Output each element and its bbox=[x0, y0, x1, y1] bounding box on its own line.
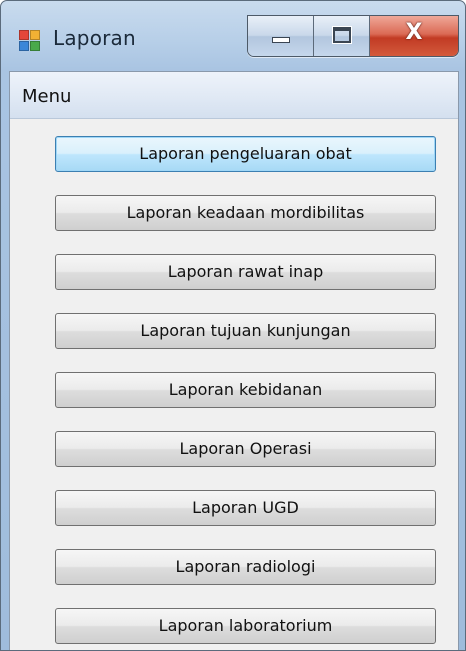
minimize-icon bbox=[272, 37, 290, 43]
laporan-laboratorium-button[interactable]: Laporan laboratorium bbox=[55, 608, 436, 644]
menu-bar: Menu bbox=[10, 72, 458, 119]
minimize-button[interactable] bbox=[248, 16, 314, 56]
laporan-window: Laporan X Menu Laporan pengeluaran obat … bbox=[0, 0, 466, 651]
window-title: Laporan bbox=[53, 26, 136, 50]
laporan-kebidanan-button[interactable]: Laporan kebidanan bbox=[55, 372, 436, 408]
laporan-pengeluaran-obat-button[interactable]: Laporan pengeluaran obat bbox=[55, 136, 436, 172]
maximize-icon bbox=[332, 26, 352, 44]
laporan-operasi-button[interactable]: Laporan Operasi bbox=[55, 431, 436, 467]
title-bar[interactable]: Laporan X bbox=[1, 1, 465, 71]
laporan-rawat-inap-button[interactable]: Laporan rawat inap bbox=[55, 254, 436, 290]
laporan-tujuan-kunjungan-button[interactable]: Laporan tujuan kunjungan bbox=[55, 313, 436, 349]
laporan-ugd-button[interactable]: Laporan UGD bbox=[55, 490, 436, 526]
close-button[interactable]: X bbox=[370, 16, 458, 56]
laporan-radiologi-button[interactable]: Laporan radiologi bbox=[55, 549, 436, 585]
client-area: Menu Laporan pengeluaran obat Laporan ke… bbox=[9, 71, 459, 650]
laporan-keadaan-mordibilitas-button[interactable]: Laporan keadaan mordibilitas bbox=[55, 195, 436, 231]
app-window-icon[interactable] bbox=[19, 30, 41, 52]
close-icon: X bbox=[405, 20, 423, 45]
maximize-button[interactable] bbox=[314, 16, 370, 56]
menu-item-menu[interactable]: Menu bbox=[22, 86, 71, 107]
caption-buttons: X bbox=[247, 15, 459, 57]
